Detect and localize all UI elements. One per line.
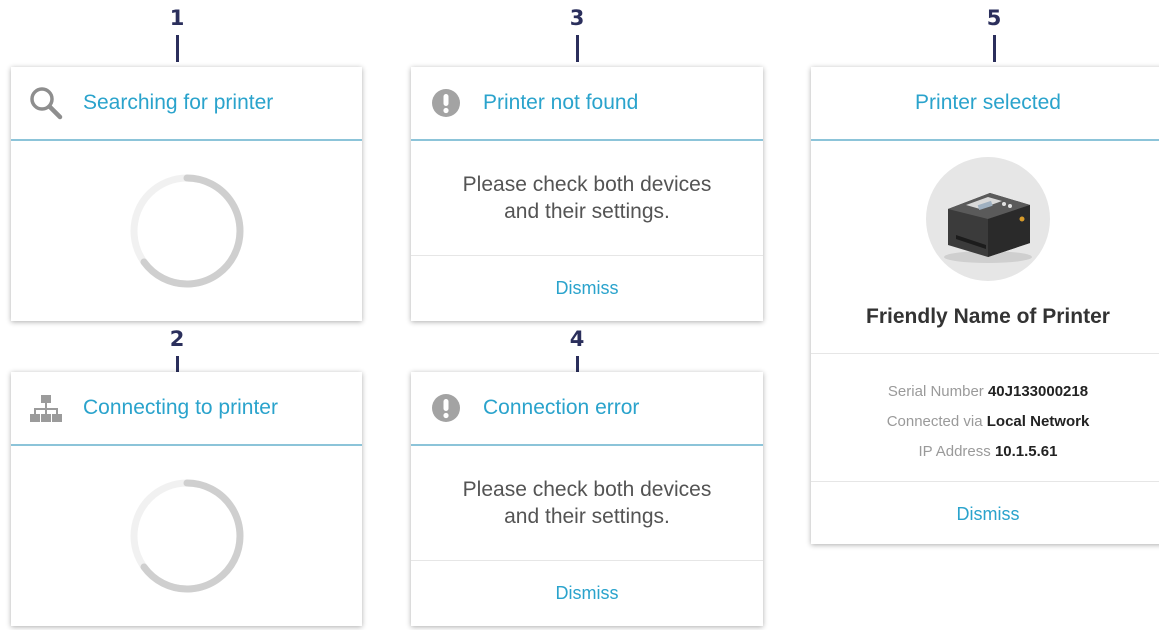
callout-line — [992, 35, 996, 62]
message-line: Please check both devices — [462, 173, 712, 196]
card-title: Printer not found — [483, 91, 639, 114]
callout-number: 5 — [986, 6, 1002, 30]
card-header: Searching for printer — [11, 67, 362, 141]
callout-number: 4 — [569, 327, 585, 351]
callout-number: 1 — [169, 6, 185, 30]
card-title: Connection error — [483, 396, 640, 419]
card-title: Printer selected — [915, 91, 1061, 114]
dismiss-button[interactable]: Dismiss — [811, 482, 1159, 547]
message-line: and their settings. — [504, 200, 670, 223]
printer-image — [926, 157, 1050, 281]
connected-label: Connected via — [886, 413, 983, 430]
connected-via-row: Connected via Local Network — [811, 407, 1159, 437]
callout-number: 2 — [169, 327, 185, 351]
card-header: Printer selected — [811, 67, 1159, 141]
callout-line — [575, 35, 579, 62]
card-header: Connecting to printer — [11, 372, 362, 446]
spinner-area — [11, 141, 362, 321]
ip-address-row: IP Address 10.1.5.61 — [811, 437, 1159, 467]
printer-not-found-card: Printer not found Please check both devi… — [411, 67, 763, 321]
card-header: Printer not found — [411, 67, 763, 141]
serial-value: 40J133000218 — [987, 383, 1089, 400]
loading-spinner-icon — [130, 174, 243, 288]
callout-5: 5 — [974, 5, 1014, 62]
search-icon — [29, 86, 63, 120]
error-message: Please check both devices and their sett… — [411, 446, 763, 561]
message-line: Please check both devices — [462, 478, 712, 501]
connection-error-card: Connection error Please check both devic… — [411, 372, 763, 626]
printer-name: Friendly Name of Printer — [811, 281, 1159, 354]
dismiss-button[interactable]: Dismiss — [411, 256, 763, 321]
error-message: Please check both devices and their sett… — [411, 141, 763, 256]
printer-info: Serial Number 40J133000218 Connected via… — [811, 354, 1159, 482]
spinner-area — [11, 446, 362, 626]
connected-value: Local Network — [986, 413, 1090, 430]
serial-number-row: Serial Number 40J133000218 — [811, 377, 1159, 407]
alert-icon — [432, 89, 460, 117]
ip-value: 10.1.5.61 — [994, 443, 1058, 460]
card-header: Connection error — [411, 372, 763, 446]
callout-number: 3 — [569, 6, 585, 30]
callout-1: 1 — [157, 5, 197, 62]
connecting-card: Connecting to printer — [11, 372, 362, 626]
dismiss-button[interactable]: Dismiss — [411, 561, 763, 626]
serial-label: Serial Number — [887, 383, 984, 400]
card-title: Searching for printer — [83, 91, 274, 114]
loading-spinner-icon — [130, 479, 243, 593]
callout-line — [175, 35, 179, 62]
callout-3: 3 — [557, 5, 597, 62]
network-icon — [29, 391, 63, 425]
message-line: and their settings. — [504, 505, 670, 528]
searching-card: Searching for printer — [11, 67, 362, 321]
ip-label: IP Address — [918, 443, 991, 460]
alert-icon — [432, 394, 460, 422]
card-title: Connecting to printer — [83, 396, 278, 419]
printer-selected-card: Printer selected Friendly Name of Printe… — [811, 67, 1159, 544]
